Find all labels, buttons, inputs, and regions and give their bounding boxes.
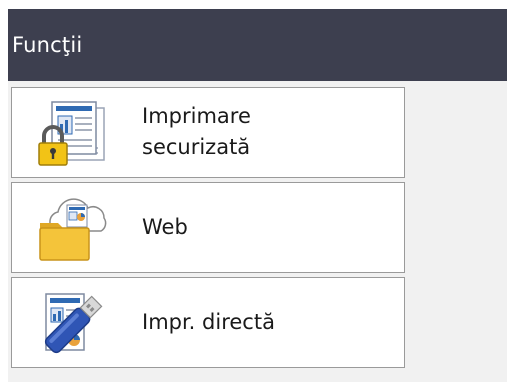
page-title: Funcţii [12,33,83,57]
secure-print-icon [34,98,110,168]
functions-screen: Funcţii Imprimare securizată Web Impr. d… [0,0,507,382]
usb-direct-print-icon [34,288,110,358]
web-button[interactable]: Web [11,182,405,273]
secure-print-label-line1: Imprimare [142,104,251,128]
secure-print-label-line2: securizată [142,135,251,159]
web-label: Web [142,215,188,239]
direct-print-label: Impr. directă [142,310,275,334]
secure-print-label: Imprimare securizată [142,101,251,163]
direct-print-button[interactable]: Impr. directă [11,277,405,368]
title-bar: Funcţii [8,9,507,81]
secure-print-button[interactable]: Imprimare securizată [11,87,405,178]
web-cloud-folder-icon [34,193,110,263]
